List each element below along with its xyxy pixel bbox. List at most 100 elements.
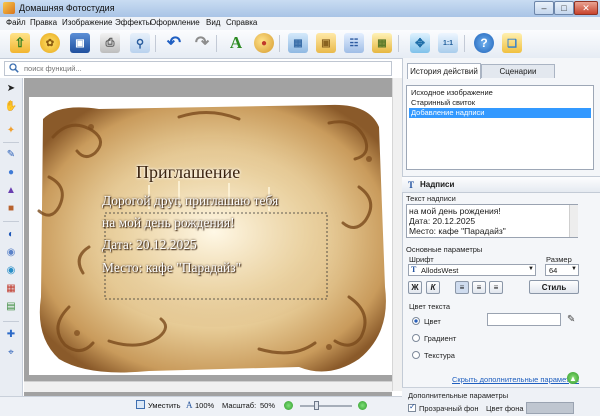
font-type-icon: T [411,265,417,274]
search-input[interactable] [24,63,384,74]
text-icon[interactable]: A [226,33,246,53]
menu-design[interactable]: Оформление [150,18,200,27]
tab-history[interactable]: История действий [407,63,481,79]
style-button[interactable]: Стиль [529,280,579,294]
brush-tool-icon[interactable]: ✎ [5,148,17,160]
zoom-icon[interactable]: A [186,400,193,410]
color-channels-icon[interactable]: ▦ [5,282,17,294]
search-icon [9,63,19,73]
hand-tool-icon[interactable]: ✋ [5,100,17,112]
align-right-icon: ≡ [493,283,499,292]
radio-texture[interactable] [412,351,420,359]
canvas-area[interactable]: Приглашение Дорогой друг, приглашаю тебя… [24,78,392,398]
zoom-out-icon[interactable] [284,401,293,410]
contrast-icon[interactable]: ◐ [5,228,17,240]
print-icon[interactable]: ⎙ [100,33,120,53]
crop-image-icon[interactable]: ▦ [288,33,308,53]
chevron-up-icon[interactable]: ▲ [567,372,579,384]
radio-gradient[interactable] [412,334,420,342]
bg-color-swatch[interactable] [526,402,574,414]
eyedropper-icon[interactable]: ✎ [567,314,575,325]
bold-button[interactable]: Ж [408,281,422,294]
basic-params-label: Основные параметры [406,245,483,254]
history-list[interactable]: Исходное изображение Старинный свиток До… [406,85,594,170]
list-item[interactable]: Старинный свиток [409,98,591,108]
film-icon[interactable]: ✿ [40,33,60,53]
horizontal-scrollbar[interactable] [24,381,392,392]
close-button[interactable]: ✕ [574,1,598,15]
tab-scenarios[interactable]: Сценарии [481,64,555,78]
font-select[interactable]: T AllodsWest ▼ [408,264,536,276]
crop-tool-icon[interactable]: ⌖ [5,346,17,358]
app-icon [3,2,15,14]
menu-view[interactable]: Вид [206,18,220,27]
drop-blur-icon[interactable]: ● [5,166,17,178]
help-icon[interactable]: ? [474,33,494,53]
clone-stamp-icon[interactable]: ■ [5,202,17,214]
drop-sharpen-icon[interactable]: ▲ [5,184,17,196]
menu-help[interactable]: Справка [226,18,257,27]
eraser-icon[interactable]: ✚ [5,328,17,340]
preview-icon[interactable]: ⚲ [130,33,150,53]
menu-edit[interactable]: Правка [30,18,57,27]
frame-icon[interactable]: ▣ [316,33,336,53]
open-icon[interactable]: ⇧ [10,33,30,53]
caption-section-title: Надписи [420,180,455,189]
size-select[interactable]: 64 ▼ [545,264,579,276]
textarea-scrollbar[interactable] [569,205,578,237]
eye-icon[interactable]: ◉ [5,246,17,258]
text-tool-icon: T [408,180,415,190]
menu-file[interactable]: Файл [6,18,26,27]
actual-size-icon[interactable]: 1:1 [438,33,458,53]
collage-icon[interactable]: ▦ [372,33,392,53]
text-color-swatch[interactable] [487,313,561,326]
transparent-bg-checkbox[interactable]: ✓ [408,402,416,412]
hide-params-link[interactable]: Скрыть дополнительные параметры [452,375,579,384]
list-item-selected[interactable]: Добавление надписи [409,108,591,118]
canvas-line-3: Дата: 20.12.2025 [102,237,197,252]
magic-wand-icon[interactable]: ✦ [5,124,17,136]
bg-color-label: Цвет фона [486,404,524,413]
fit-screen-icon[interactable]: ✥ [410,33,430,53]
fit-icon[interactable] [136,400,145,409]
radio-color[interactable] [412,317,420,325]
fit-label[interactable]: Уместить [148,401,180,410]
align-center-icon: ≡ [476,283,482,292]
calendar-icon[interactable]: ☷ [344,33,364,53]
zoom-in-icon[interactable] [358,401,367,410]
font-select-value: AllodsWest [421,266,459,275]
caption-textarea[interactable]: на мой день рождения! Дата: 20.12.2025 М… [406,204,578,238]
tool-separator [3,321,19,322]
save-icon[interactable]: ▣ [70,33,90,53]
search-bar[interactable] [4,61,392,76]
caption-section-header: T Надписи [402,176,600,193]
red-eye-icon[interactable]: ◉ [5,264,17,276]
zoom-100-label[interactable]: 100% [195,401,214,410]
toolbar-separator [279,35,280,52]
minimize-button[interactable]: – [534,1,554,15]
radio-gradient-label: Градиент [424,334,457,343]
text-color-label: Цвет текста [409,302,451,311]
pointer-tool-icon[interactable]: ➤ [5,82,17,94]
menu-effects[interactable]: Эффекты [115,18,151,27]
menu-image[interactable]: Изображение [62,18,112,27]
align-left-icon: ≡ [459,283,465,292]
window-title: Домашняя Фотостудия [19,3,115,13]
maximize-button[interactable]: □ [554,1,574,15]
size-select-value: 64 [549,266,558,275]
menu-bar: Файл Правка Изображение Эффекты Оформлен… [0,17,600,31]
undo-icon[interactable]: ↶ [164,33,184,53]
redo-icon[interactable]: ↷ [192,33,212,53]
italic-button[interactable]: К [426,281,440,294]
palette-icon[interactable]: ● [254,33,274,53]
zoom-slider-thumb[interactable] [314,401,319,410]
font-label: Шрифт [409,255,434,264]
align-right-button[interactable]: ≡ [489,281,503,294]
list-item[interactable]: Исходное изображение [409,88,591,98]
cube-icon[interactable]: ❏ [502,33,522,53]
toolbar-separator [155,35,156,52]
align-center-button[interactable]: ≡ [472,281,486,294]
levels-icon[interactable]: ▤ [5,300,17,312]
zoom-slider-track[interactable] [300,405,352,407]
align-left-button[interactable]: ≡ [455,281,469,294]
